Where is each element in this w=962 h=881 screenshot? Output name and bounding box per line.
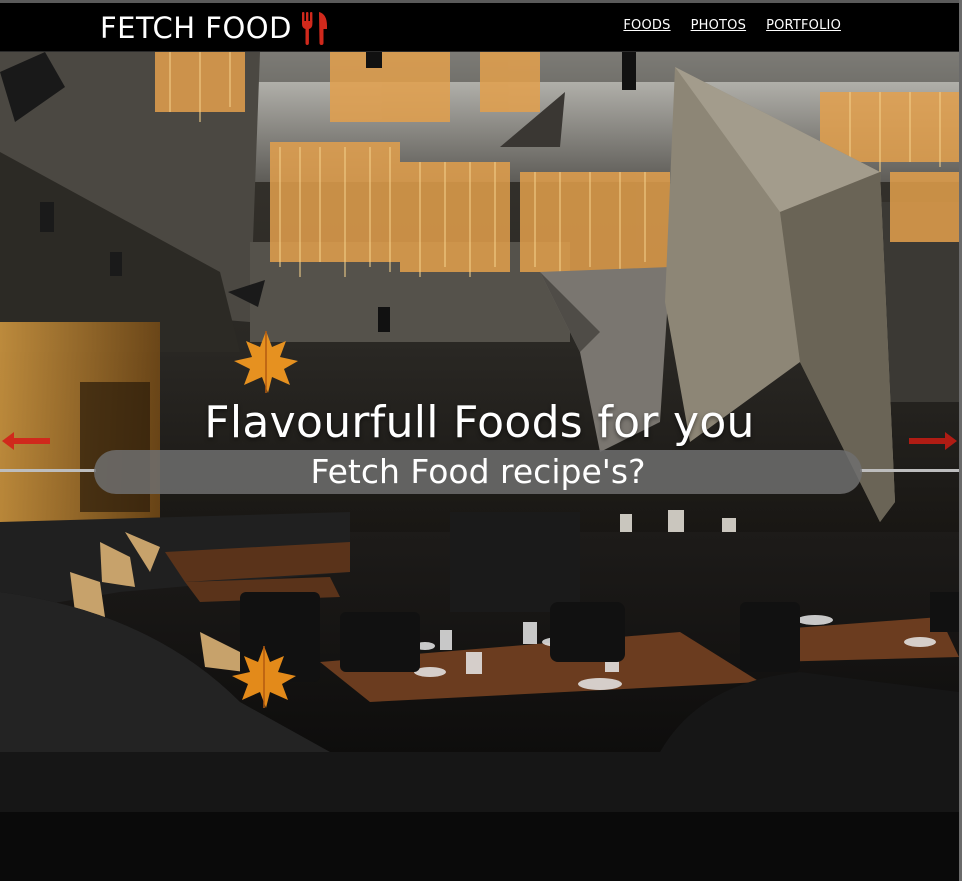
brand-logo[interactable]: FETCH FOOD — [100, 10, 330, 46]
hero-banner: Flavourfull Foods for you Fetch Food rec… — [0, 52, 959, 881]
recipes-banner-button[interactable]: Fetch Food recipe's? — [94, 450, 862, 494]
fork-knife-icon — [301, 12, 327, 45]
nav-link-portfolio[interactable]: PORTFOLIO — [766, 18, 841, 33]
maple-leaf-icon — [234, 331, 298, 393]
arrow-right-icon[interactable] — [907, 428, 959, 454]
maple-leaf-icon — [232, 646, 296, 708]
divider-line-left — [0, 469, 96, 472]
hero-headline: Flavourfull Foods for you — [204, 397, 755, 448]
nav-link-photos[interactable]: PHOTOS — [691, 18, 746, 33]
brand-name: FETCH FOOD — [100, 11, 292, 45]
nav-link-foods[interactable]: FOODS — [623, 18, 670, 33]
main-nav: FOODS PHOTOS PORTFOLIO — [623, 18, 841, 33]
arrow-left-icon[interactable] — [0, 428, 52, 454]
site-header: FETCH FOOD FOODS PHOTOS PORTFOLIO — [0, 3, 959, 52]
divider-line-right — [860, 469, 959, 472]
